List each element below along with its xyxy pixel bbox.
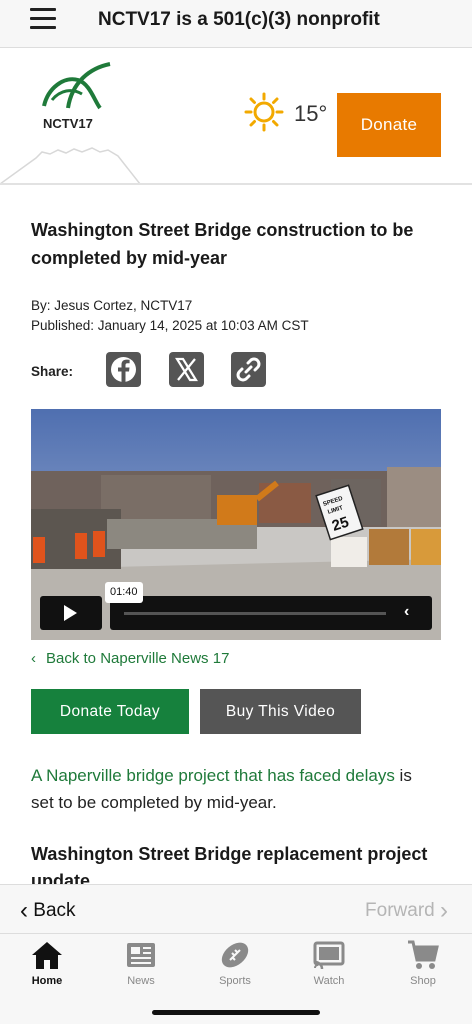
play-button[interactable] (40, 596, 102, 630)
facebook-icon[interactable] (106, 352, 141, 387)
tab-sports-label: Sports (219, 975, 251, 987)
browser-nav-bar: ‹ Back Forward › (0, 884, 472, 934)
tab-sports[interactable]: Sports (188, 938, 282, 987)
tab-news[interactable]: News (94, 938, 188, 987)
article-title: Washington Street Bridge construction to… (31, 220, 414, 268)
article-meta: By: Jesus Cortez, NCTV17 Published: Janu… (31, 296, 309, 336)
sun-icon (244, 92, 284, 132)
buy-video-button[interactable]: Buy This Video (200, 689, 361, 734)
tab-home[interactable]: Home (0, 938, 94, 987)
progress-track[interactable] (124, 612, 386, 615)
menu-icon[interactable] (30, 8, 56, 30)
cart-icon (408, 940, 439, 969)
home-icon (32, 942, 62, 969)
browser-forward-label: Forward (365, 900, 435, 921)
paragraph-link[interactable]: A Naperville bridge project that has fac… (31, 766, 395, 785)
browser-forward-button[interactable]: Forward › (365, 897, 448, 925)
back-to-news-label: Back to Naperville News 17 (46, 650, 230, 667)
donate-today-button[interactable]: Donate Today (31, 689, 189, 734)
article-paragraph: A Naperville bridge project that has fac… (31, 762, 431, 816)
chevron-left-icon: ‹ (20, 897, 28, 924)
newspaper-icon (127, 943, 155, 967)
nonprofit-banner-title: NCTV17 is a 501(c)(3) nonprofit (98, 9, 380, 30)
chevron-right-icon: › (440, 897, 448, 924)
published-date: Published: January 14, 2025 at 10:03 AM … (31, 318, 309, 333)
tab-watch[interactable]: Watch (282, 938, 376, 987)
video-scrubber[interactable]: ‹ (110, 596, 432, 630)
link-icon[interactable] (231, 352, 266, 387)
nctv17-logo[interactable]: NCTV17 (38, 60, 118, 134)
site-header: NCTV17 15° Donate (0, 48, 472, 186)
cast-icon (313, 941, 345, 970)
tab-news-label: News (127, 975, 155, 987)
tab-shop[interactable]: Shop (376, 938, 470, 987)
chevron-left-icon[interactable]: ‹ (404, 603, 409, 621)
browser-back-button[interactable]: ‹ Back (20, 897, 76, 925)
share-label: Share: (31, 364, 74, 379)
logo-arcs-icon: NCTV17 (42, 62, 111, 131)
top-bar: NCTV17 is a 501(c)(3) nonprofit (0, 0, 472, 48)
home-indicator[interactable] (152, 1010, 320, 1015)
video-time: 01:40 (105, 582, 143, 603)
skyline-divider (0, 147, 472, 185)
video-player[interactable]: SPEED LIMIT 25 ‹ 01:40 (31, 409, 441, 640)
tab-home-label: Home (31, 975, 63, 987)
back-to-news-link[interactable]: ‹ Back to Naperville News 17 (31, 650, 229, 667)
temperature-readout: 15° (294, 101, 328, 126)
browser-back-label: Back (33, 900, 76, 921)
tab-shop-label: Shop (410, 975, 436, 987)
chevron-left-icon: ‹ (31, 650, 36, 667)
x-icon[interactable] (169, 352, 204, 387)
logo-text: NCTV17 (43, 116, 93, 131)
tab-watch-label: Watch (313, 975, 345, 987)
football-icon (221, 942, 249, 968)
byline: By: Jesus Cortez, NCTV17 (31, 298, 193, 313)
play-icon (64, 605, 77, 621)
